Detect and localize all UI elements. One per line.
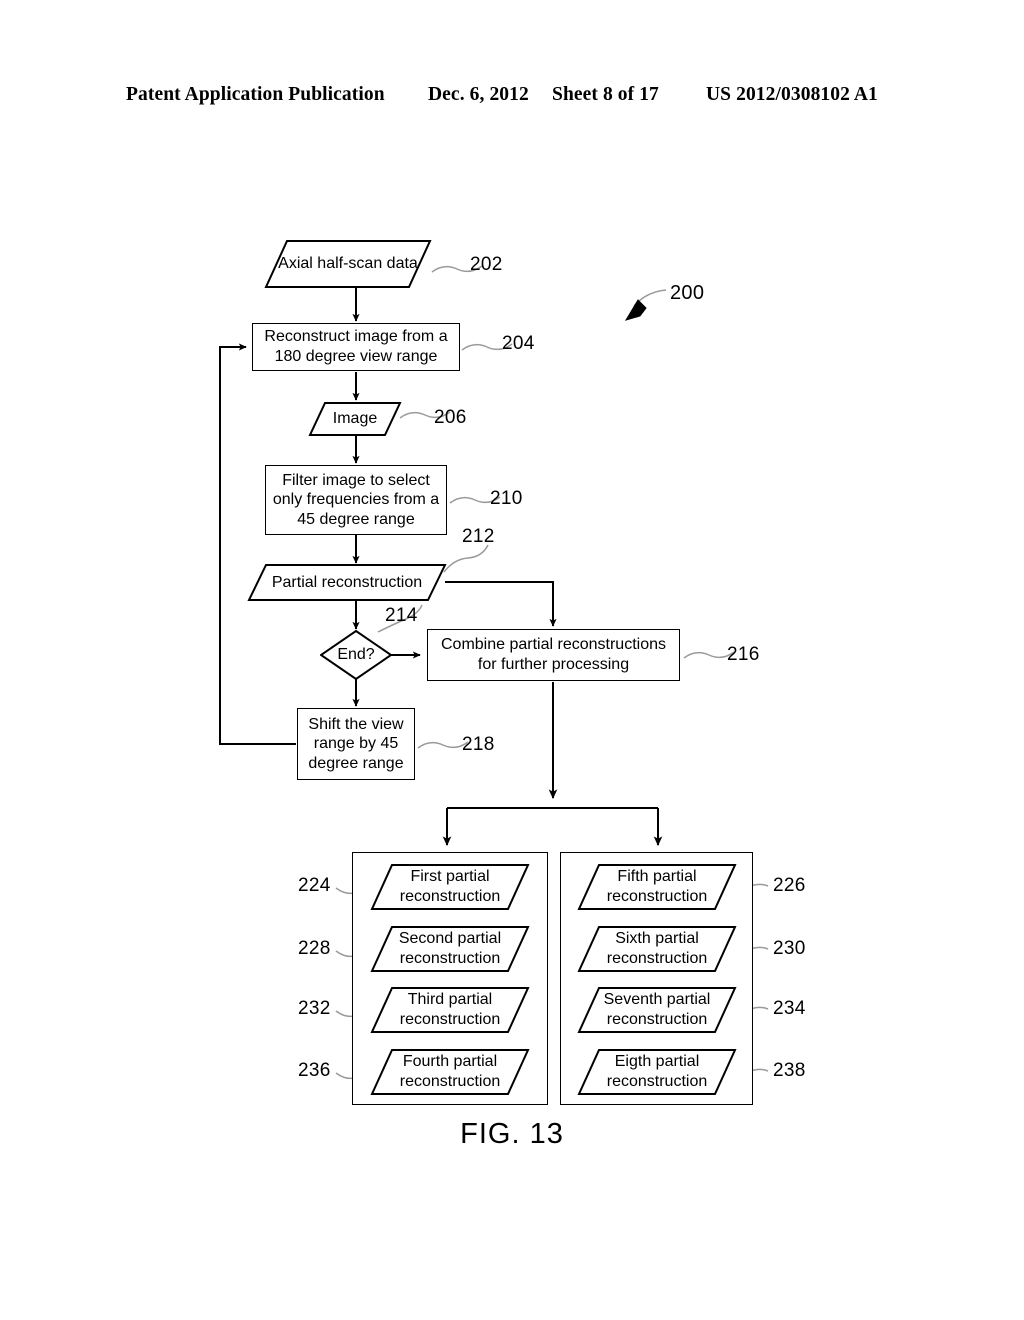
ref-234: 234 <box>773 998 806 1019</box>
ref-204: 204 <box>502 333 535 354</box>
node-partial-reconstruction[interactable]: Partial reconstruction <box>247 564 447 601</box>
result-first-partial-reconstruction-label: First partial reconstruction <box>399 868 501 905</box>
publication-number: US 2012/0308102 A1 <box>706 84 878 105</box>
node-reconstruct-image-label: Reconstruct image from a 180 degree view… <box>264 328 448 365</box>
result-third-partial-reconstruction[interactable]: Third partial reconstruction <box>370 987 530 1033</box>
ref-238: 238 <box>773 1060 806 1081</box>
result-eigth-partial-reconstruction[interactable]: Eigth partial reconstruction <box>577 1049 737 1095</box>
result-second-partial-reconstruction-label: Second partial reconstruction <box>398 930 502 967</box>
page-header: Patent Application Publication Dec. 6, 2… <box>0 84 1024 114</box>
ref-216: 216 <box>727 644 760 665</box>
node-partial-reconstruction-label: Partial reconstruction <box>271 573 423 591</box>
publication-date: Dec. 6, 2012 <box>428 84 529 105</box>
patent-page: Patent Application Publication Dec. 6, 2… <box>0 0 1024 1320</box>
result-seventh-partial-reconstruction-label: Seventh partial reconstruction <box>603 991 711 1028</box>
figure-caption: FIG. 13 <box>460 1118 564 1150</box>
ref-224: 224 <box>298 875 331 896</box>
result-eigth-partial-reconstruction-label: Eigth partial reconstruction <box>606 1053 708 1090</box>
node-end-decision[interactable]: End? <box>320 630 392 680</box>
node-shift-view-range-label: Shift the view range by 45 degree range <box>308 715 404 772</box>
ref-232: 232 <box>298 998 331 1019</box>
publication-title: Patent Application Publication <box>126 84 385 105</box>
result-fifth-partial-reconstruction-label: Fifth partial reconstruction <box>606 868 708 905</box>
node-end-decision-label: End? <box>337 646 375 663</box>
result-second-partial-reconstruction[interactable]: Second partial reconstruction <box>370 926 530 972</box>
ref-218: 218 <box>462 734 495 755</box>
node-reconstruct-image[interactable]: Reconstruct image from a 180 degree view… <box>252 323 460 371</box>
result-fourth-partial-reconstruction[interactable]: Fourth partial reconstruction <box>370 1049 530 1095</box>
ref-226: 226 <box>773 875 806 896</box>
ref-206: 206 <box>434 407 467 428</box>
node-image-label: Image <box>332 410 378 428</box>
node-shift-view-range[interactable]: Shift the view range by 45 degree range <box>297 708 415 780</box>
ref-210: 210 <box>490 488 523 509</box>
node-combine-partial-reconstructions[interactable]: Combine partial reconstructions for furt… <box>427 629 680 681</box>
ref-228: 228 <box>298 938 331 959</box>
result-third-partial-reconstruction-label: Third partial reconstruction <box>399 991 501 1028</box>
ref-212: 212 <box>462 526 495 547</box>
ref-230: 230 <box>773 938 806 959</box>
sheet-number: Sheet 8 of 17 <box>552 84 659 105</box>
result-fourth-partial-reconstruction-label: Fourth partial reconstruction <box>399 1053 501 1090</box>
node-axial-half-scan-data[interactable]: Axial half-scan data <box>264 240 432 288</box>
node-image[interactable]: Image <box>308 402 402 436</box>
result-first-partial-reconstruction[interactable]: First partial reconstruction <box>370 864 530 910</box>
ref-214: 214 <box>385 605 418 626</box>
ref-200: 200 <box>670 282 705 304</box>
result-sixth-partial-reconstruction[interactable]: Sixth partial reconstruction <box>577 926 737 972</box>
ref-236: 236 <box>298 1060 331 1081</box>
node-filter-image[interactable]: Filter image to select only frequencies … <box>265 465 447 535</box>
node-filter-image-label: Filter image to select only frequencies … <box>272 471 440 528</box>
result-seventh-partial-reconstruction[interactable]: Seventh partial reconstruction <box>577 987 737 1033</box>
node-axial-half-scan-data-label: Axial half-scan data <box>278 255 418 273</box>
ref-202: 202 <box>470 254 503 275</box>
node-combine-partial-reconstructions-label: Combine partial reconstructions for furt… <box>441 636 666 673</box>
result-sixth-partial-reconstruction-label: Sixth partial reconstruction <box>606 930 708 967</box>
result-fifth-partial-reconstruction[interactable]: Fifth partial reconstruction <box>577 864 737 910</box>
